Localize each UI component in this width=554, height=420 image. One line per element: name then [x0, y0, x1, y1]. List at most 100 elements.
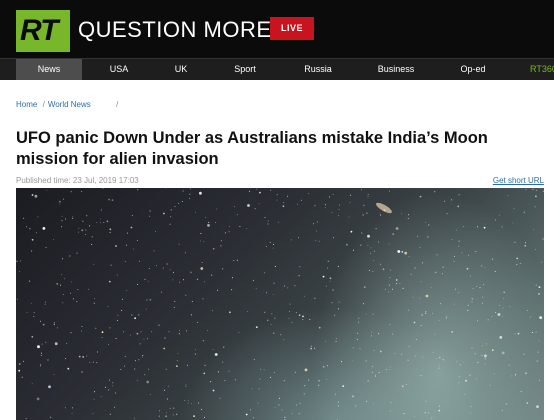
star [177, 352, 179, 354]
star [46, 189, 48, 191]
star [53, 374, 55, 375]
breadcrumb-world-news[interactable]: World News [48, 100, 91, 109]
star [187, 400, 189, 402]
star [109, 228, 112, 231]
star [54, 342, 58, 346]
nav-item-uk[interactable]: UK [165, 59, 197, 80]
rt-logo[interactable]: RT [16, 10, 70, 52]
star [149, 210, 151, 212]
star [156, 265, 157, 267]
nav-item-business[interactable]: Business [371, 59, 421, 80]
star [149, 298, 152, 301]
star [258, 203, 260, 205]
star [401, 353, 403, 355]
nav-item-usa[interactable]: USA [100, 59, 138, 80]
article-image[interactable] [16, 188, 544, 420]
star [451, 238, 453, 240]
star [138, 314, 140, 316]
star [536, 360, 539, 362]
star [499, 214, 500, 216]
star [136, 239, 138, 241]
star [327, 260, 329, 262]
get-short-url-link[interactable]: Get short URL [493, 176, 544, 185]
star [70, 292, 71, 294]
star [131, 215, 133, 216]
nav-item-russia[interactable]: Russia [296, 59, 340, 80]
star [421, 356, 423, 358]
live-button[interactable]: LIVE [270, 17, 314, 40]
star [338, 204, 340, 206]
star [169, 223, 171, 225]
star [379, 350, 382, 353]
nav-item-oped[interactable]: Op-ed [453, 59, 493, 80]
star [526, 402, 529, 404]
star [453, 303, 455, 305]
star [338, 301, 340, 303]
star [425, 400, 427, 402]
star [389, 277, 391, 279]
star [134, 368, 136, 370]
star [117, 314, 119, 316]
star [280, 334, 282, 336]
star [36, 397, 40, 401]
star [395, 227, 399, 230]
star [438, 409, 441, 412]
star [350, 230, 353, 233]
star [31, 250, 33, 252]
star [298, 237, 299, 239]
star [313, 223, 314, 225]
star [342, 385, 345, 387]
star [276, 194, 278, 196]
star [308, 379, 310, 381]
star [470, 405, 472, 407]
star [372, 365, 374, 367]
star [479, 287, 481, 289]
star [484, 358, 486, 360]
breadcrumb-home[interactable]: Home [16, 100, 37, 109]
star [485, 343, 487, 345]
star [89, 361, 91, 363]
star [124, 261, 126, 263]
star [474, 353, 476, 355]
star [482, 345, 484, 347]
star [147, 280, 149, 282]
star [31, 194, 34, 196]
published-time: Published time: 23 Jul, 2019 17:03 [16, 176, 139, 185]
star [53, 323, 55, 325]
star [325, 340, 327, 342]
star [458, 245, 460, 247]
nav-item-rt360[interactable]: RT360 [530, 59, 554, 80]
star [287, 287, 289, 289]
star [542, 238, 544, 240]
star [314, 347, 316, 349]
star [360, 244, 362, 246]
star [191, 300, 193, 302]
star [182, 279, 184, 281]
star [174, 300, 176, 302]
breadcrumb: Home / World News / [16, 100, 121, 109]
star [273, 332, 275, 334]
nav-item-sport[interactable]: Sport [226, 59, 264, 80]
breadcrumb-separator: / [116, 100, 119, 109]
star [194, 353, 196, 355]
star [176, 365, 178, 367]
star [44, 301, 46, 303]
star [16, 260, 18, 262]
star [402, 287, 404, 289]
star [96, 221, 98, 223]
star [106, 220, 109, 223]
star [370, 252, 372, 254]
star [338, 215, 340, 217]
star [419, 195, 422, 198]
star [178, 243, 180, 245]
star [205, 216, 207, 218]
star [234, 379, 236, 381]
star [304, 385, 306, 387]
star [291, 322, 293, 324]
nav-item-news[interactable]: News [16, 59, 82, 80]
star [232, 277, 233, 279]
star [295, 312, 297, 313]
star [457, 205, 460, 207]
star [97, 351, 98, 353]
star [365, 313, 367, 315]
